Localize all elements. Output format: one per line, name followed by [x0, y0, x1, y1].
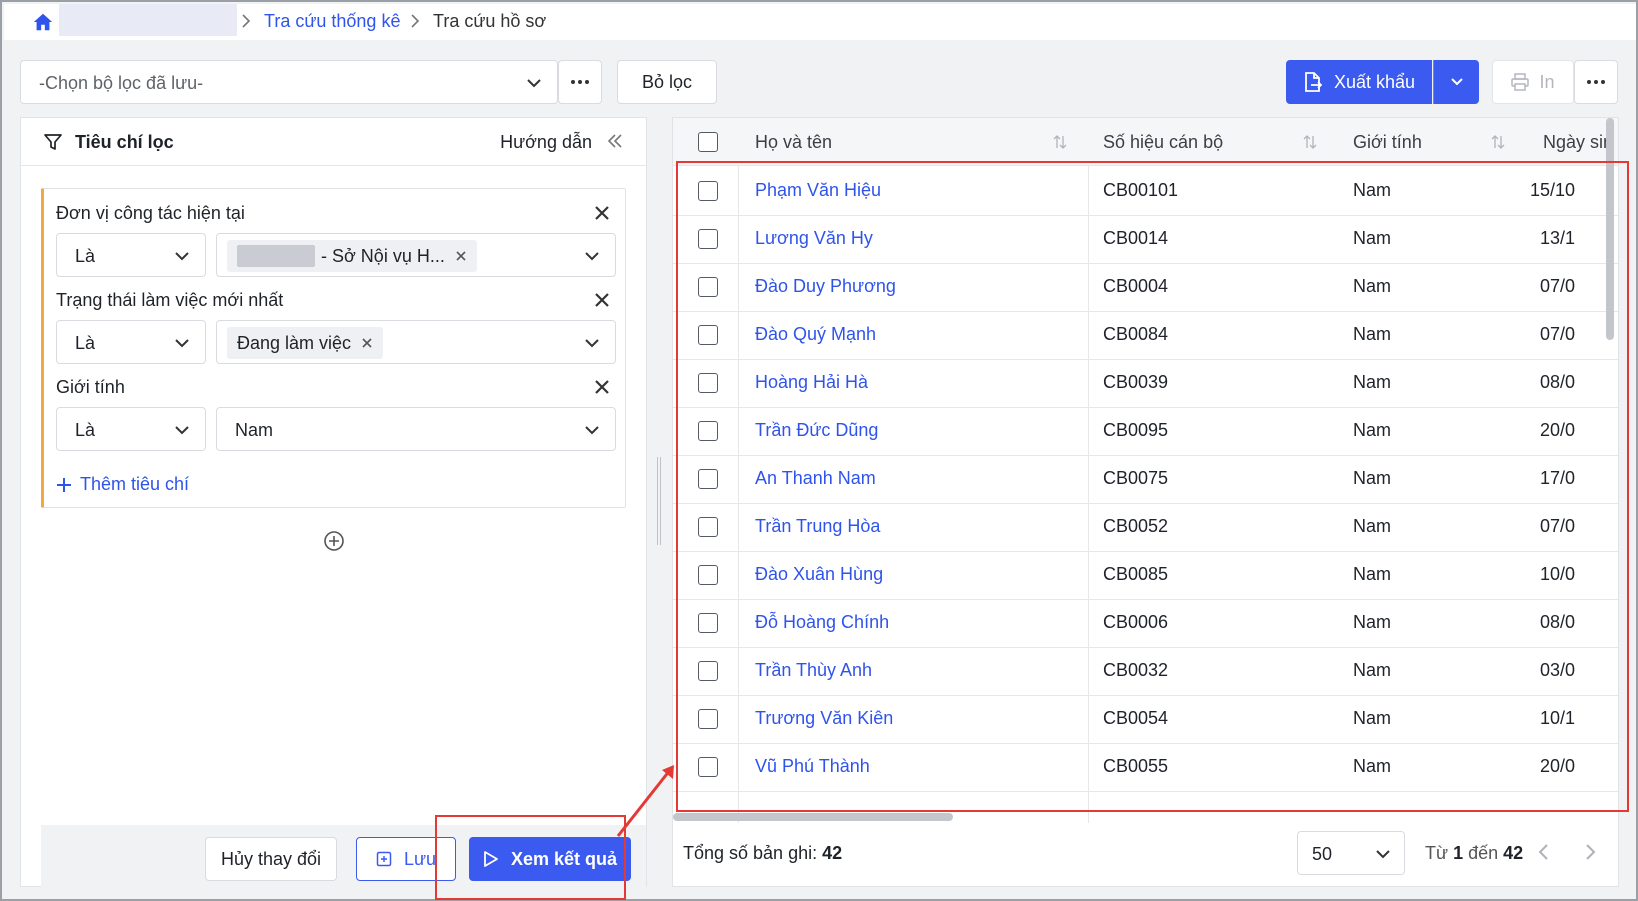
close-icon[interactable] — [593, 378, 611, 396]
chevron-left-icon[interactable] — [1535, 842, 1553, 862]
annotation-highlight-button — [435, 815, 626, 900]
chevron-down-icon — [175, 426, 189, 435]
annotation-arrow-icon — [616, 765, 674, 837]
breadcrumb-link-statistics[interactable]: Tra cứu thống kê — [264, 11, 400, 32]
horizontal-scrollbar[interactable] — [673, 813, 953, 821]
criterion-operator-select-unit[interactable]: Là — [56, 233, 206, 277]
saved-filter-placeholder: -Chọn bộ lọc đã lưu- — [39, 73, 204, 93]
chevron-down-icon — [585, 339, 599, 348]
printer-icon — [1511, 73, 1530, 91]
range-from-label: Từ — [1425, 843, 1449, 863]
operator-value: Là — [75, 420, 96, 440]
export-dropdown-button[interactable] — [1433, 60, 1479, 104]
home-icon[interactable] — [32, 11, 54, 33]
criterion-value-select-gender[interactable]: Nam — [216, 407, 616, 451]
chevron-down-icon — [527, 79, 541, 88]
chevron-down-icon — [1450, 78, 1463, 86]
pagination-range: Từ 1 đến 42 — [1425, 843, 1523, 864]
chevron-right-icon[interactable] — [1581, 842, 1599, 862]
sort-icon[interactable] — [1491, 134, 1505, 150]
annotation-highlight-table — [676, 161, 1629, 812]
blurred-crumb[interactable] — [59, 4, 237, 36]
criterion-label-work-status: Trạng thái làm việc mới nhất — [56, 290, 284, 310]
breadcrumb-current: Tra cứu hồ sơ — [433, 11, 547, 31]
chevron-right-icon — [411, 14, 420, 28]
criterion-operator-select-status[interactable]: Là — [56, 320, 206, 364]
clear-filter-button[interactable]: Bỏ lọc — [617, 60, 717, 104]
operator-value: Là — [75, 333, 96, 353]
sort-icon[interactable] — [1053, 134, 1067, 150]
save-button-label: Lưu — [403, 848, 437, 869]
close-icon[interactable] — [593, 204, 611, 222]
filter-panel: Tiêu chí lọc Hướng dẫn Đơn vị công tác h… — [20, 117, 647, 887]
tag-label: - Sở Nội vụ H... — [321, 245, 445, 266]
total-label: Tổng số bản ghi: — [683, 843, 818, 863]
criterion-operator-select-gender[interactable]: Là — [56, 407, 206, 451]
range-from: 1 — [1453, 843, 1464, 863]
print-button[interactable]: In — [1492, 60, 1574, 104]
column-header-birthdate[interactable]: Ngày sin — [1543, 132, 1613, 153]
criterion-value-select-status[interactable]: Đang làm việc — [216, 320, 616, 364]
chevron-down-icon — [1376, 850, 1390, 859]
filter-icon — [44, 134, 62, 150]
page-size-select[interactable]: 50 — [1297, 831, 1405, 875]
tag-close-icon[interactable] — [455, 250, 467, 262]
blurred-text — [237, 245, 315, 267]
chevron-right-icon — [242, 14, 251, 28]
range-to: 42 — [1503, 843, 1524, 863]
filter-panel-header: Tiêu chí lọc Hướng dẫn — [21, 118, 646, 166]
operator-value: Là — [75, 246, 96, 266]
criteria-group: Đơn vị công tác hiện tại Là - Sở Nội vụ … — [41, 188, 626, 508]
saved-filter-more-button[interactable] — [558, 60, 602, 104]
print-button-label: In — [1539, 71, 1555, 92]
value-tag: Đang làm việc — [227, 327, 384, 359]
collapse-left-icon[interactable] — [606, 132, 624, 150]
more-horizontal-icon — [1587, 80, 1605, 84]
select-all-checkbox[interactable] — [698, 132, 718, 152]
table-footer: Tổng số bản ghi: 42 50 Từ 1 đến 42 — [673, 823, 1618, 886]
breadcrumb: Tra cứu thống kê Tra cứu hồ sơ — [4, 4, 1636, 40]
criterion-label-unit: Đơn vị công tác hiện tại — [56, 203, 245, 223]
export-button[interactable]: Xuất khẩu — [1286, 60, 1432, 104]
total-count: 42 — [822, 843, 843, 863]
sort-icon[interactable] — [1303, 134, 1317, 150]
tag-label: Đang làm việc — [237, 332, 352, 353]
chevron-down-icon — [175, 339, 189, 348]
column-header-gender[interactable]: Giới tính — [1353, 132, 1422, 153]
export-button-label: Xuất khẩu — [1334, 71, 1416, 92]
add-criteria-button[interactable]: Thêm tiêu chí — [56, 474, 189, 495]
column-header-name[interactable]: Họ và tên — [755, 132, 832, 153]
add-circle-icon[interactable] — [323, 530, 345, 552]
total-records: Tổng số bản ghi: 42 — [683, 843, 842, 864]
criterion-value-select-unit[interactable]: - Sở Nội vụ H... — [216, 233, 616, 277]
tag-close-icon[interactable] — [361, 337, 373, 349]
cancel-changes-button[interactable]: Hủy thay đổi — [205, 837, 337, 881]
file-export-icon — [1305, 72, 1322, 92]
table-header: Họ và tên Số hiệu cán bộ Giới tính Ngày … — [673, 118, 1618, 166]
more-horizontal-icon — [571, 80, 589, 84]
chevron-down-icon — [585, 426, 599, 435]
guide-link[interactable]: Hướng dẫn — [500, 132, 592, 153]
selected-value: Nam — [235, 420, 274, 440]
add-criteria-label: Thêm tiêu chí — [80, 474, 190, 494]
saved-filter-select[interactable]: -Chọn bộ lọc đã lưu- — [20, 60, 558, 104]
column-header-code[interactable]: Số hiệu cán bộ — [1103, 132, 1223, 153]
chevron-down-icon — [585, 252, 599, 261]
chevron-down-icon — [175, 252, 189, 261]
range-to-label: đến — [1468, 843, 1499, 863]
close-icon[interactable] — [593, 291, 611, 309]
more-actions-button[interactable] — [1574, 60, 1618, 104]
plus-icon — [57, 477, 71, 492]
panel-resize-handle[interactable] — [657, 457, 661, 545]
filter-panel-title: Tiêu chí lọc — [75, 132, 174, 152]
save-icon — [376, 851, 392, 867]
app-frame: Tra cứu thống kê Tra cứu hồ sơ -Chọn bộ … — [0, 0, 1638, 901]
value-tag: - Sở Nội vụ H... — [227, 240, 477, 272]
criterion-label-gender: Giới tính — [56, 377, 125, 397]
page-size-value: 50 — [1312, 844, 1333, 864]
